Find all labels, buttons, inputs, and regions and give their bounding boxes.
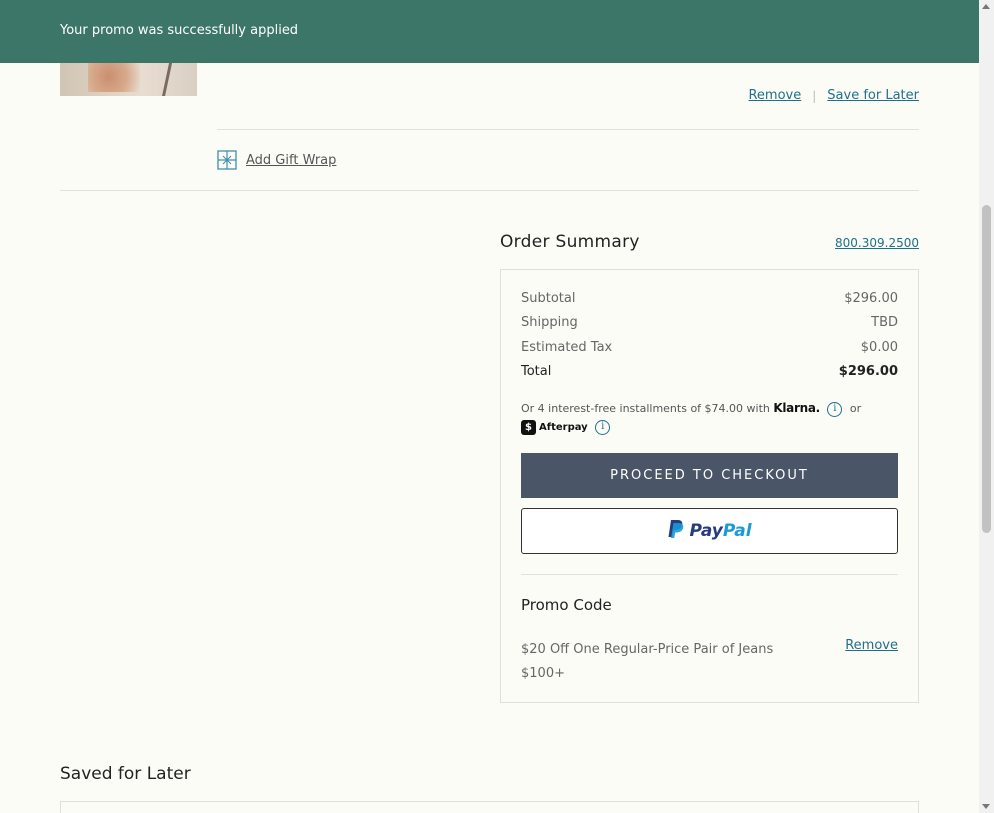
remove-item-link[interactable]: Remove	[748, 88, 801, 103]
installments-info: Or 4 interest-free installments of $74.0…	[521, 399, 898, 437]
scroll-up-arrow-icon[interactable]	[982, 4, 990, 9]
installments-text: Or 4 interest-free installments of $74.0…	[521, 402, 770, 415]
paypal-button[interactable]: PayPal	[521, 508, 898, 554]
subtotal-value: $296.00	[844, 291, 898, 306]
total-label: Total	[521, 364, 552, 379]
order-summary-box: Subtotal $296.00 Shipping TBD Estimated …	[500, 269, 919, 703]
proceed-to-checkout-button[interactable]: PROCEED TO CHECKOUT	[521, 453, 898, 498]
applied-promo-description: $20 Off One Regular-Price Pair of Jeans …	[521, 642, 774, 681]
afterpay-info-icon[interactable]: i	[595, 419, 611, 435]
klarna-logo: Klarna.	[773, 401, 820, 415]
order-summary-heading: Order Summary	[500, 232, 640, 252]
or-text: or	[849, 402, 862, 415]
saved-for-later-heading: Saved for Later	[60, 764, 191, 784]
afterpay-icon: $	[521, 419, 536, 435]
promo-success-banner: Your promo was successfully applied	[0, 0, 979, 63]
klarna-info-icon[interactable]: i	[827, 401, 843, 417]
paypal-wordmark: PayPal	[689, 521, 752, 541]
tax-label: Estimated Tax	[521, 340, 613, 355]
shipping-label: Shipping	[521, 315, 578, 330]
divider	[60, 190, 919, 191]
subtotal-row: Subtotal $296.00	[521, 291, 898, 306]
banner-message: Your promo was successfully applied	[60, 23, 299, 38]
gift-wrap-option[interactable]: Add Gift Wrap	[217, 150, 336, 170]
divider	[521, 574, 898, 575]
add-gift-wrap-link[interactable]: Add Gift Wrap	[246, 153, 336, 168]
page-scrollbar[interactable]	[979, 0, 994, 813]
save-for-later-link[interactable]: Save for Later	[827, 88, 919, 103]
saved-for-later-list	[60, 801, 919, 813]
actions-separator: |	[812, 88, 817, 103]
subtotal-label: Subtotal	[521, 291, 576, 306]
shipping-row: Shipping TBD	[521, 315, 898, 330]
promo-code-heading: Promo Code	[521, 596, 612, 614]
divider	[217, 129, 919, 130]
scrollbar-thumb[interactable]	[982, 205, 991, 533]
scroll-down-arrow-icon[interactable]	[982, 804, 990, 809]
tax-value: $0.00	[860, 340, 898, 355]
cart-item-actions: Remove | Save for Later	[748, 88, 919, 103]
total-row: Total $296.00	[521, 364, 898, 379]
total-value: $296.00	[838, 364, 898, 379]
gift-icon	[217, 150, 237, 170]
remove-promo-link[interactable]: Remove	[845, 638, 898, 653]
shipping-value: TBD	[871, 315, 898, 330]
tax-row: Estimated Tax $0.00	[521, 340, 898, 355]
paypal-logo-icon	[667, 519, 685, 543]
afterpay-logo: Afterpay	[539, 422, 588, 433]
phone-link[interactable]: 800.309.2500	[835, 236, 919, 250]
